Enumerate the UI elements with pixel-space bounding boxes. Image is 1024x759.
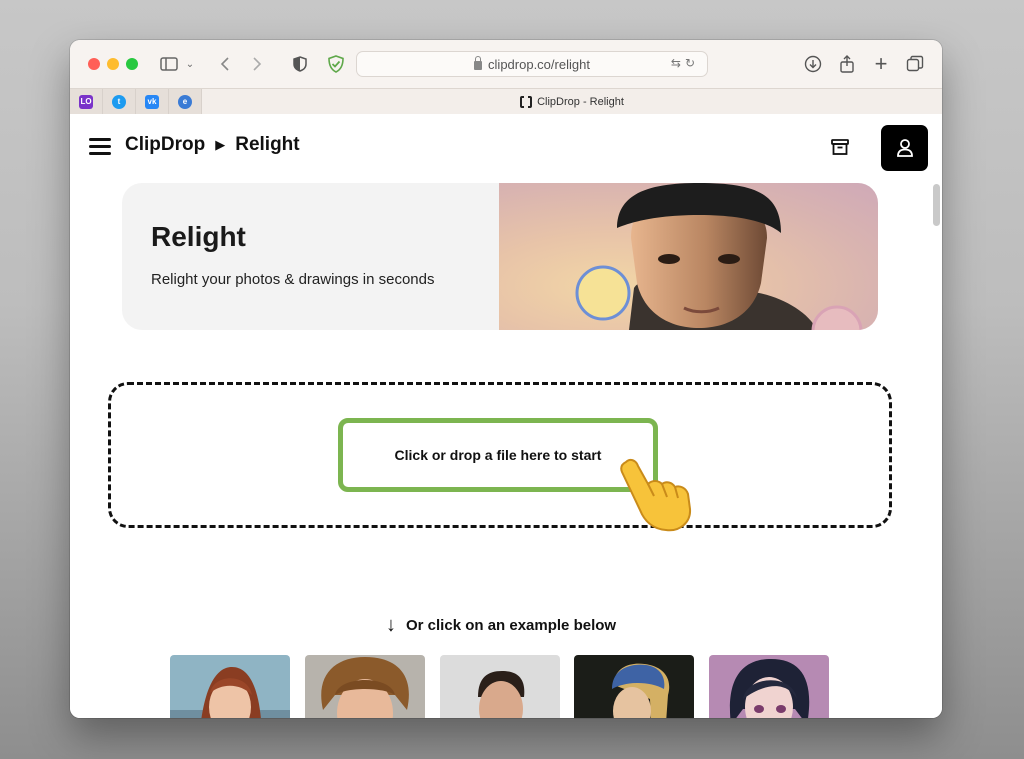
brand-link[interactable]: ClipDrop <box>125 134 205 156</box>
translate-reload-icons[interactable]: ⇆↻ <box>671 56 699 70</box>
new-tab-icon[interactable]: + <box>870 51 892 76</box>
example-thumbnail-curly-haired-man[interactable] <box>305 655 425 718</box>
adguard-shield-icon[interactable] <box>325 52 347 76</box>
page-content: ClipDrop ▶ Relight Relight Relight your … <box>70 114 942 718</box>
hero-banner: Relight Relight your photos & drawings i… <box>122 183 878 330</box>
zoom-window-button[interactable] <box>126 58 138 70</box>
lock-icon <box>474 55 483 70</box>
tab-title: ClipDrop - Relight <box>537 95 624 108</box>
share-icon[interactable] <box>836 52 858 76</box>
hero-subtitle: Relight your photos & drawings in second… <box>151 271 435 288</box>
vk-icon: vk <box>145 94 159 109</box>
minimize-window-button[interactable] <box>107 58 119 70</box>
example-thumbnail-man-dark-shirt[interactable] <box>440 655 560 718</box>
menu-icon[interactable] <box>89 138 111 155</box>
breadcrumb-separator-icon: ▶ <box>215 137 226 152</box>
back-arrow-icon[interactable] <box>216 52 234 76</box>
pinned-tab-vk[interactable]: vk <box>136 89 169 114</box>
forward-arrow-icon[interactable] <box>248 52 266 76</box>
tab-bar: LO t vk e ClipDrop - Relight <box>70 88 942 114</box>
pinned-tab-launchpad[interactable]: LO <box>70 89 103 114</box>
pinned-tab-twitter[interactable]: t <box>103 89 136 114</box>
app-icon: e <box>178 94 192 109</box>
launchpad-icon: LO <box>79 94 93 109</box>
example-thumbnail-red-haired-woman[interactable] <box>170 655 290 718</box>
page-scrollbar[interactable] <box>933 184 940 226</box>
browser-toolbar: ⌄ clipdrop.co/relight ⇆↻ + <box>70 40 942 88</box>
user-icon <box>896 139 913 157</box>
example-thumbnail-pearl-earring-painting[interactable] <box>574 655 694 718</box>
breadcrumb: ClipDrop ▶ Relight <box>125 134 300 156</box>
examples-heading-text: Or click on an example below <box>406 617 617 634</box>
close-window-button[interactable] <box>88 58 100 70</box>
archive-icon[interactable] <box>831 138 849 156</box>
chevron-down-icon[interactable]: ⌄ <box>184 52 196 76</box>
breadcrumb-current: Relight <box>235 134 300 155</box>
account-button[interactable] <box>881 125 928 171</box>
pointing-hand-icon <box>618 454 698 534</box>
browser-window: ⌄ clipdrop.co/relight ⇆↻ + LO t vk e Cli… <box>70 40 942 718</box>
privacy-shield-icon[interactable] <box>290 52 310 76</box>
hero-title: Relight <box>151 221 246 252</box>
address-bar[interactable]: clipdrop.co/relight ⇆↻ <box>356 51 708 77</box>
arrow-down-icon: ↓ <box>386 614 396 636</box>
pinned-tab-app[interactable]: e <box>169 89 202 114</box>
upload-button[interactable]: Click or drop a file here to start <box>338 418 658 492</box>
twitter-icon: t <box>112 94 126 109</box>
examples-heading: ↓ Or click on an example below <box>386 614 616 637</box>
address-url: clipdrop.co/relight <box>488 56 590 72</box>
upload-button-label: Click or drop a file here to start <box>394 447 602 463</box>
sidebar-toggle-icon[interactable] <box>158 52 180 76</box>
clipdrop-favicon-icon <box>520 94 533 109</box>
download-icon[interactable] <box>802 52 824 76</box>
hero-portrait-image <box>499 183 878 330</box>
tab-clipdrop-relight[interactable]: ClipDrop - Relight <box>202 89 942 114</box>
tab-overview-icon[interactable] <box>904 52 926 76</box>
example-thumbnail-anime-girl[interactable] <box>709 655 829 718</box>
